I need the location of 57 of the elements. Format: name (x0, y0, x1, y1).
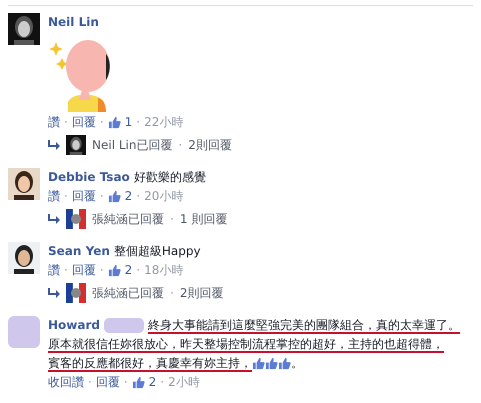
comment-time: 20小時 (144, 188, 184, 205)
reply-arrow-icon (48, 288, 60, 298)
like-link[interactable]: 收回讚 (48, 373, 84, 391)
reply-count[interactable]: 2則回覆 (180, 284, 224, 302)
reply-arrow-icon (48, 140, 60, 150)
comment-text: 原本就很信任妳很放心，昨天整場控制流程掌控的超好，主持的也超得體， (48, 336, 444, 353)
thumbs-up-icon (252, 356, 265, 370)
separator-dot: · (100, 262, 104, 279)
reply-link[interactable]: 回覆 (96, 373, 120, 391)
separator-dot: · (100, 114, 104, 131)
thumbs-up-icon (108, 190, 121, 202)
comment-text: 賓客的反應都很好，真慶幸有妳主持， (48, 355, 252, 372)
comment-text: 終身大事能請到這麼堅強完美的團隊組合，真的太幸運了。 (148, 317, 460, 334)
thumbs-up-icon (278, 356, 291, 370)
commenter-name[interactable]: Sean Yen (48, 242, 110, 260)
thumbs-up-icon (265, 356, 278, 370)
separator-dot: · (170, 286, 174, 300)
separator-dot: · (64, 262, 68, 279)
separator-dot: · (136, 188, 140, 205)
reply-link[interactable]: 回覆 (72, 113, 96, 131)
commenter-name[interactable]: Neil Lin (48, 13, 99, 31)
separator-dot: · (178, 138, 182, 152)
like-link[interactable]: 讚 (48, 261, 60, 279)
like-count[interactable]: 2 (148, 373, 156, 391)
comment-time: 18小時 (144, 262, 184, 279)
like-count[interactable]: 1 (124, 113, 132, 131)
reply-link[interactable]: 回覆 (72, 261, 96, 279)
separator-dot: · (64, 114, 68, 131)
separator-dot: · (136, 262, 140, 279)
reply-link[interactable]: 回覆 (72, 187, 96, 205)
thumbs-up-icon (132, 376, 145, 388)
reply-count[interactable]: 1 則回覆 (180, 210, 228, 228)
commenter-name[interactable]: Debbie Tsao (48, 168, 130, 186)
separator-dot: · (160, 374, 164, 391)
thumbs-up-icon (108, 116, 121, 128)
separator-dot: · (64, 188, 68, 205)
like-link[interactable]: 讚 (48, 113, 60, 131)
comment-text: 好歡樂的感覺 (134, 169, 206, 186)
commenter-name[interactable]: Howard (48, 316, 100, 334)
replies-summary[interactable]: 張純涵已回覆 (92, 210, 164, 228)
replies-summary[interactable]: 張純涵已回覆 (92, 284, 164, 302)
thumbs-up-icon (108, 264, 121, 276)
replies-summary[interactable]: Neil Lin已回覆 (92, 136, 172, 154)
separator-dot: · (88, 374, 92, 391)
like-count[interactable]: 2 (124, 261, 132, 279)
separator-dot: · (124, 374, 128, 391)
reply-arrow-icon (48, 214, 60, 224)
reply-count[interactable]: 2則回覆 (188, 136, 232, 154)
separator-dot: · (170, 212, 174, 226)
separator-dot: · (100, 188, 104, 205)
comment-time: 22小時 (144, 114, 184, 131)
comment-text: 。 (291, 355, 303, 372)
comment-text: 整個超級Happy (114, 243, 201, 260)
comment-time: 2小時 (168, 374, 200, 391)
separator-dot: · (136, 114, 140, 131)
like-link[interactable]: 讚 (48, 187, 60, 205)
like-count[interactable]: 2 (124, 187, 132, 205)
